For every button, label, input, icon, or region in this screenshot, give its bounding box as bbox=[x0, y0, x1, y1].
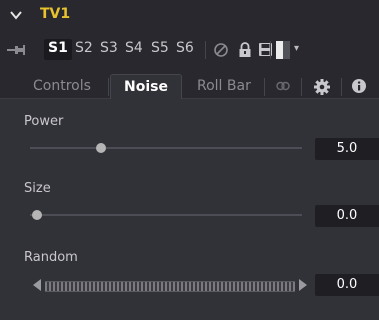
random-value-field[interactable]: 0.0 bbox=[315, 274, 379, 296]
tool-name[interactable]: TV1 bbox=[40, 6, 70, 22]
link-icon[interactable] bbox=[275, 78, 291, 94]
slot-s6[interactable]: S6 bbox=[176, 40, 194, 56]
slot-s4[interactable]: S4 bbox=[125, 40, 143, 56]
tab-noise[interactable]: Noise bbox=[110, 74, 182, 100]
tab-roll-bar[interactable]: Roll Bar bbox=[197, 74, 251, 99]
power-value-field[interactable]: 5.0 bbox=[315, 138, 379, 160]
slot-s2[interactable]: S2 bbox=[75, 40, 93, 56]
lock-icon[interactable] bbox=[238, 42, 252, 58]
gear-icon[interactable] bbox=[313, 78, 331, 96]
tool-header: TV1 bbox=[0, 0, 379, 30]
color-swatch-icon[interactable] bbox=[276, 41, 283, 59]
reset-icon[interactable] bbox=[213, 42, 229, 58]
thumbwheel-left-arrow-icon[interactable] bbox=[33, 279, 41, 291]
dropdown-arrow-icon[interactable]: ▾ bbox=[294, 43, 299, 54]
tab-controls[interactable]: Controls bbox=[33, 74, 91, 99]
random-label: Random bbox=[24, 250, 78, 265]
collapse-arrow-icon[interactable] bbox=[9, 8, 23, 22]
tab-separator bbox=[108, 78, 109, 96]
size-value-field[interactable]: 0.0 bbox=[315, 205, 379, 227]
slot-s1[interactable]: S1 bbox=[48, 40, 68, 56]
thumbwheel-right-arrow-icon[interactable] bbox=[299, 279, 307, 291]
tab-separator bbox=[301, 78, 302, 96]
pin-icon[interactable] bbox=[7, 43, 25, 57]
toolbar-separator bbox=[205, 41, 206, 59]
tab-separator bbox=[264, 78, 265, 96]
power-slider-track[interactable] bbox=[30, 147, 302, 149]
size-label: Size bbox=[24, 181, 51, 196]
inspector-panel: TV1 S1 S2 S3 S4 S5 S6 ▾ Controls Noise R… bbox=[0, 0, 379, 320]
toolbar-separator bbox=[270, 41, 271, 59]
slot-s5[interactable]: S5 bbox=[151, 40, 169, 56]
info-icon[interactable] bbox=[351, 78, 367, 94]
power-slider-handle[interactable] bbox=[95, 143, 106, 153]
size-slider-handle[interactable] bbox=[32, 210, 42, 220]
tab-separator bbox=[341, 78, 342, 96]
slot-toolbar: S1 S2 S3 S4 S5 S6 ▾ bbox=[0, 38, 379, 62]
random-thumbwheel[interactable] bbox=[45, 281, 295, 292]
slot-s3[interactable]: S3 bbox=[100, 40, 118, 56]
power-label: Power bbox=[24, 114, 64, 129]
size-slider-track[interactable] bbox=[30, 214, 302, 216]
color-swatch-dark[interactable] bbox=[283, 41, 290, 59]
